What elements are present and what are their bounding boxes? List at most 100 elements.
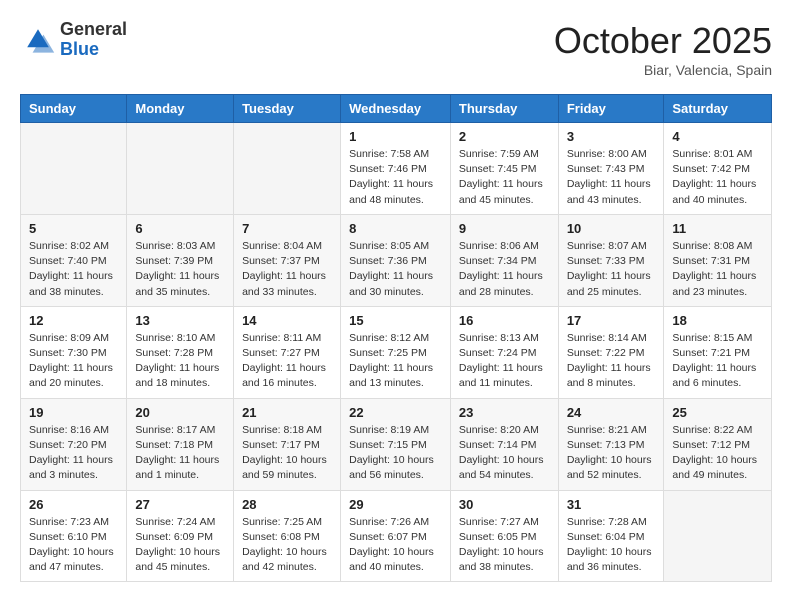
- day-number: 1: [349, 129, 442, 144]
- day-info: Sunrise: 8:20 AM Sunset: 7:14 PM Dayligh…: [459, 423, 550, 484]
- calendar-cell: 21 Sunrise: 8:18 AM Sunset: 7:17 PM Dayli…: [234, 398, 341, 490]
- calendar-week-row: 19 Sunrise: 8:16 AM Sunset: 7:20 PM Dayli…: [21, 398, 772, 490]
- calendar-cell: 16 Sunrise: 8:13 AM Sunset: 7:24 PM Dayli…: [450, 306, 558, 398]
- calendar-cell: 18 Sunrise: 8:15 AM Sunset: 7:21 PM Dayli…: [664, 306, 772, 398]
- day-number: 6: [135, 221, 225, 236]
- day-number: 31: [567, 497, 656, 512]
- calendar-week-row: 5Sunrise: 8:02 AM Sunset: 7:40 PM Daylig…: [21, 214, 772, 306]
- calendar-cell: 29Sunrise: 7:26 AM Sunset: 6:07 PM Dayli…: [341, 490, 451, 582]
- day-info: Sunrise: 7:24 AM Sunset: 6:09 PM Dayligh…: [135, 515, 225, 576]
- calendar-header-row: SundayMondayTuesdayWednesdayThursdayFrid…: [21, 95, 772, 123]
- calendar-cell: 17 Sunrise: 8:14 AM Sunset: 7:22 PM Dayli…: [558, 306, 664, 398]
- day-info: Sunrise: 7:23 AM Sunset: 6:10 PM Dayligh…: [29, 515, 118, 576]
- calendar-cell: 19 Sunrise: 8:16 AM Sunset: 7:20 PM Dayli…: [21, 398, 127, 490]
- day-number: 2: [459, 129, 550, 144]
- day-number: 30: [459, 497, 550, 512]
- day-info: Sunrise: 8:12 AM Sunset: 7:25 PM Dayligh…: [349, 331, 442, 392]
- calendar-header-monday: Monday: [127, 95, 234, 123]
- day-info: Sunrise: 8:15 AM Sunset: 7:21 PM Dayligh…: [672, 331, 763, 392]
- calendar-cell: 20 Sunrise: 8:17 AM Sunset: 7:18 PM Dayli…: [127, 398, 234, 490]
- day-info: Sunrise: 8:01 AM Sunset: 7:42 PM Dayligh…: [672, 147, 763, 208]
- calendar-header-saturday: Saturday: [664, 95, 772, 123]
- day-number: 18: [672, 313, 763, 328]
- month-title: October 2025: [554, 20, 772, 62]
- day-number: 4: [672, 129, 763, 144]
- day-info: Sunrise: 8:19 AM Sunset: 7:15 PM Dayligh…: [349, 423, 442, 484]
- day-info: Sunrise: 7:25 AM Sunset: 6:08 PM Dayligh…: [242, 515, 332, 576]
- day-number: 17: [567, 313, 656, 328]
- day-info: Sunrise: 8:14 AM Sunset: 7:22 PM Dayligh…: [567, 331, 656, 392]
- calendar-header-tuesday: Tuesday: [234, 95, 341, 123]
- day-number: 8: [349, 221, 442, 236]
- day-number: 11: [672, 221, 763, 236]
- day-number: 20: [135, 405, 225, 420]
- day-info: Sunrise: 7:58 AM Sunset: 7:46 PM Dayligh…: [349, 147, 442, 208]
- day-info: Sunrise: 8:21 AM Sunset: 7:13 PM Dayligh…: [567, 423, 656, 484]
- day-number: 14: [242, 313, 332, 328]
- calendar-cell: 7Sunrise: 8:04 AM Sunset: 7:37 PM Daylig…: [234, 214, 341, 306]
- day-info: Sunrise: 8:02 AM Sunset: 7:40 PM Dayligh…: [29, 239, 118, 300]
- calendar-header-thursday: Thursday: [450, 95, 558, 123]
- calendar-cell: 26Sunrise: 7:23 AM Sunset: 6:10 PM Dayli…: [21, 490, 127, 582]
- day-number: 24: [567, 405, 656, 420]
- calendar-header-wednesday: Wednesday: [341, 95, 451, 123]
- calendar-cell: 9Sunrise: 8:06 AM Sunset: 7:34 PM Daylig…: [450, 214, 558, 306]
- calendar-cell: 15Sunrise: 8:12 AM Sunset: 7:25 PM Dayli…: [341, 306, 451, 398]
- calendar-cell: 24 Sunrise: 8:21 AM Sunset: 7:13 PM Dayli…: [558, 398, 664, 490]
- calendar-cell: [21, 123, 127, 215]
- calendar-cell: 23 Sunrise: 8:20 AM Sunset: 7:14 PM Dayli…: [450, 398, 558, 490]
- calendar-cell: [234, 123, 341, 215]
- calendar-cell: 27 Sunrise: 7:24 AM Sunset: 6:09 PM Dayli…: [127, 490, 234, 582]
- day-info: Sunrise: 8:13 AM Sunset: 7:24 PM Dayligh…: [459, 331, 550, 392]
- day-number: 3: [567, 129, 656, 144]
- day-number: 10: [567, 221, 656, 236]
- day-number: 23: [459, 405, 550, 420]
- day-info: Sunrise: 8:17 AM Sunset: 7:18 PM Dayligh…: [135, 423, 225, 484]
- calendar-cell: 30Sunrise: 7:27 AM Sunset: 6:05 PM Dayli…: [450, 490, 558, 582]
- logo: General Blue: [20, 20, 127, 60]
- calendar-cell: 31Sunrise: 7:28 AM Sunset: 6:04 PM Dayli…: [558, 490, 664, 582]
- day-info: Sunrise: 8:03 AM Sunset: 7:39 PM Dayligh…: [135, 239, 225, 300]
- day-info: Sunrise: 8:07 AM Sunset: 7:33 PM Dayligh…: [567, 239, 656, 300]
- day-info: Sunrise: 7:59 AM Sunset: 7:45 PM Dayligh…: [459, 147, 550, 208]
- day-info: Sunrise: 8:10 AM Sunset: 7:28 PM Dayligh…: [135, 331, 225, 392]
- day-info: Sunrise: 8:08 AM Sunset: 7:31 PM Dayligh…: [672, 239, 763, 300]
- calendar-cell: 28 Sunrise: 7:25 AM Sunset: 6:08 PM Dayli…: [234, 490, 341, 582]
- location: Biar, Valencia, Spain: [554, 62, 772, 78]
- calendar-cell: 13Sunrise: 8:10 AM Sunset: 7:28 PM Dayli…: [127, 306, 234, 398]
- calendar-cell: [664, 490, 772, 582]
- day-number: 27: [135, 497, 225, 512]
- logo-icon: [20, 22, 56, 58]
- day-info: Sunrise: 8:06 AM Sunset: 7:34 PM Dayligh…: [459, 239, 550, 300]
- logo-text: General Blue: [60, 20, 127, 60]
- day-info: Sunrise: 8:05 AM Sunset: 7:36 PM Dayligh…: [349, 239, 442, 300]
- calendar-cell: 5Sunrise: 8:02 AM Sunset: 7:40 PM Daylig…: [21, 214, 127, 306]
- calendar-week-row: 26Sunrise: 7:23 AM Sunset: 6:10 PM Dayli…: [21, 490, 772, 582]
- calendar-table: SundayMondayTuesdayWednesdayThursdayFrid…: [20, 94, 772, 582]
- calendar-week-row: 12Sunrise: 8:09 AM Sunset: 7:30 PM Dayli…: [21, 306, 772, 398]
- logo-blue: Blue: [60, 40, 127, 60]
- calendar-cell: 2 Sunrise: 7:59 AM Sunset: 7:45 PM Daylig…: [450, 123, 558, 215]
- day-info: Sunrise: 8:18 AM Sunset: 7:17 PM Dayligh…: [242, 423, 332, 484]
- day-number: 25: [672, 405, 763, 420]
- day-number: 19: [29, 405, 118, 420]
- calendar-cell: 14 Sunrise: 8:11 AM Sunset: 7:27 PM Dayli…: [234, 306, 341, 398]
- calendar-cell: 8 Sunrise: 8:05 AM Sunset: 7:36 PM Daylig…: [341, 214, 451, 306]
- day-info: Sunrise: 8:16 AM Sunset: 7:20 PM Dayligh…: [29, 423, 118, 484]
- calendar-cell: 12Sunrise: 8:09 AM Sunset: 7:30 PM Dayli…: [21, 306, 127, 398]
- title-section: October 2025 Biar, Valencia, Spain: [554, 20, 772, 78]
- calendar-cell: 25Sunrise: 8:22 AM Sunset: 7:12 PM Dayli…: [664, 398, 772, 490]
- day-number: 28: [242, 497, 332, 512]
- day-number: 21: [242, 405, 332, 420]
- calendar-cell: 6 Sunrise: 8:03 AM Sunset: 7:39 PM Daylig…: [127, 214, 234, 306]
- calendar-cell: 22 Sunrise: 8:19 AM Sunset: 7:15 PM Dayli…: [341, 398, 451, 490]
- day-number: 22: [349, 405, 442, 420]
- calendar-week-row: 1 Sunrise: 7:58 AM Sunset: 7:46 PM Daylig…: [21, 123, 772, 215]
- calendar-cell: 10 Sunrise: 8:07 AM Sunset: 7:33 PM Dayli…: [558, 214, 664, 306]
- day-info: Sunrise: 8:04 AM Sunset: 7:37 PM Dayligh…: [242, 239, 332, 300]
- calendar-cell: 1 Sunrise: 7:58 AM Sunset: 7:46 PM Daylig…: [341, 123, 451, 215]
- day-info: Sunrise: 7:26 AM Sunset: 6:07 PM Dayligh…: [349, 515, 442, 576]
- day-number: 12: [29, 313, 118, 328]
- day-number: 16: [459, 313, 550, 328]
- day-info: Sunrise: 8:11 AM Sunset: 7:27 PM Dayligh…: [242, 331, 332, 392]
